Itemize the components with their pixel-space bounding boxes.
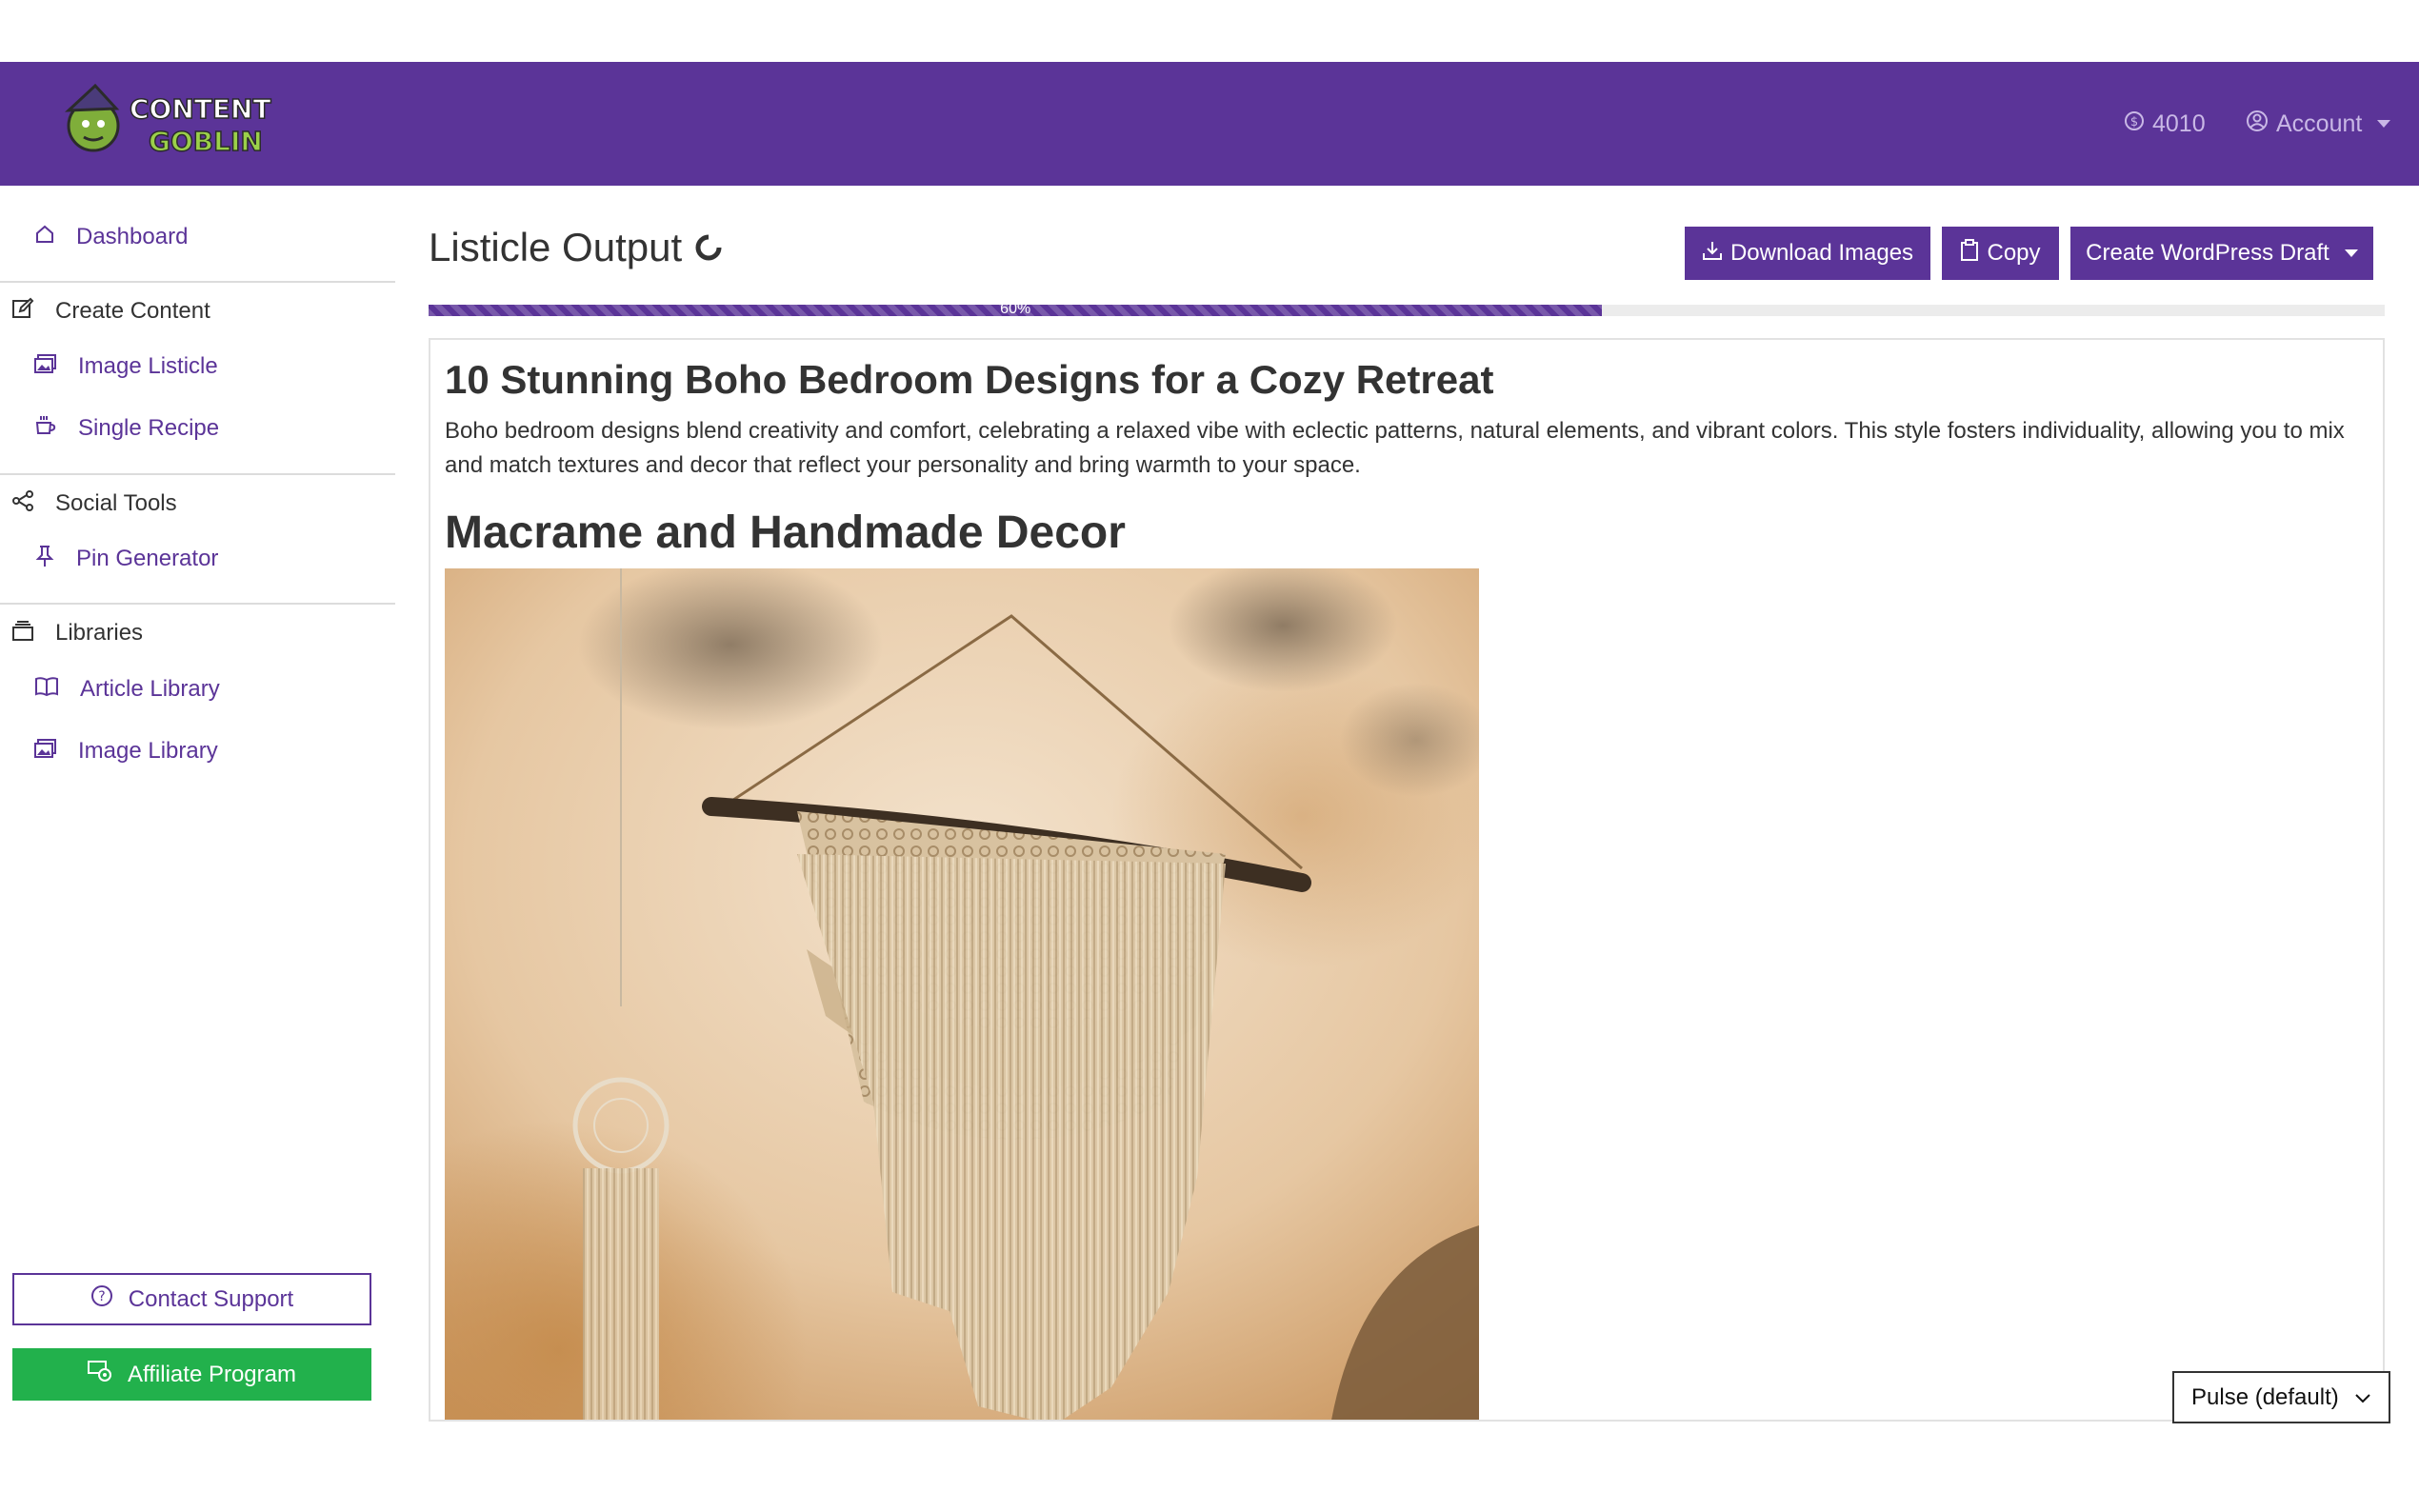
contact-support-button[interactable]: ? Contact Support xyxy=(12,1273,371,1325)
contact-support-label: Contact Support xyxy=(128,1285,294,1312)
article-title: 10 Stunning Boho Bedroom Designs for a C… xyxy=(445,357,1494,402)
svg-text:?: ? xyxy=(98,1289,105,1304)
account-menu[interactable]: Account xyxy=(2246,107,2391,141)
caret-down-icon xyxy=(2344,249,2358,257)
images-icon xyxy=(34,738,57,766)
sidebar-section-label: Libraries xyxy=(55,620,144,646)
sidebar-item-pin-generator[interactable]: Pin Generator xyxy=(34,538,218,580)
affiliate-program-button[interactable]: Affiliate Program xyxy=(12,1348,371,1401)
sidebar-item-label: Image Listicle xyxy=(78,353,218,379)
user-icon xyxy=(2246,109,2269,139)
sidebar-item-image-listicle[interactable]: Image Listicle xyxy=(34,346,218,388)
sidebar-section-social-tools: Social Tools xyxy=(11,483,177,525)
sidebar-item-label: Dashboard xyxy=(76,224,189,249)
sidebar-item-label: Image Library xyxy=(78,738,218,764)
sidebar-item-label: Single Recipe xyxy=(78,415,220,441)
progress-bar: 60% xyxy=(429,301,2385,317)
collection-icon xyxy=(11,619,34,648)
sidebar: Dashboard Create Content Image Listicle … xyxy=(0,186,395,1433)
sidebar-divider xyxy=(0,473,395,475)
question-circle-icon: ? xyxy=(90,1284,113,1314)
sidebar-item-label: Pin Generator xyxy=(76,546,219,571)
create-wordpress-draft-label: Create WordPress Draft xyxy=(2086,240,2329,266)
download-images-label: Download Images xyxy=(1729,240,1914,266)
macrame-image xyxy=(430,559,1492,1420)
sidebar-item-dashboard[interactable]: Dashboard xyxy=(34,216,188,258)
create-wordpress-draft-button[interactable]: Create WordPress Draft xyxy=(2070,227,2373,280)
loading-spinner-icon xyxy=(695,225,722,270)
cup-icon xyxy=(34,414,57,444)
cash-coin-icon xyxy=(88,1360,112,1389)
page-title-text: Listicle Output xyxy=(429,225,683,269)
theme-select-value: Pulse (default) xyxy=(2191,1383,2339,1410)
caret-down-icon xyxy=(2377,120,2391,128)
edit-icon xyxy=(11,297,34,327)
section-heading: Macrame and Handmade Decor xyxy=(445,507,1126,558)
sidebar-item-label: Article Library xyxy=(80,676,220,702)
theme-select[interactable]: Pulse (default) xyxy=(2172,1371,2390,1423)
sidebar-item-image-library[interactable]: Image Library xyxy=(34,730,218,772)
account-label: Account xyxy=(2276,109,2363,137)
progress-label: 60% xyxy=(1000,301,1031,317)
svg-text:GOBLIN: GOBLIN xyxy=(149,126,263,157)
chevron-down-icon xyxy=(2354,1384,2371,1411)
home-icon xyxy=(34,224,55,251)
book-icon xyxy=(34,676,59,704)
article-intro: Boho bedroom designs blend creativity an… xyxy=(445,418,2345,478)
content-goblin-logo[interactable]: CONTENT GOBLIN xyxy=(55,83,279,160)
credits-indicator[interactable]: $ 4010 xyxy=(2124,107,2206,141)
sidebar-section-label: Create Content xyxy=(55,298,210,324)
svg-text:$: $ xyxy=(2130,115,2138,129)
images-icon xyxy=(34,353,57,381)
share-icon xyxy=(11,489,34,519)
listicle-output-panel[interactable]: 10 Stunning Boho Bedroom Designs for a C… xyxy=(429,338,2385,1422)
sidebar-section-libraries: Libraries xyxy=(11,612,143,654)
credits-count: 4010 xyxy=(2152,109,2206,137)
coin-icon: $ xyxy=(2124,110,2145,138)
sidebar-divider xyxy=(0,281,395,283)
affiliate-program-label: Affiliate Program xyxy=(128,1361,296,1387)
copy-label: Copy xyxy=(1987,240,2041,266)
download-icon xyxy=(1702,240,1723,268)
top-navbar xyxy=(0,62,2419,186)
sidebar-divider xyxy=(0,603,395,605)
copy-button[interactable]: Copy xyxy=(1942,227,2059,280)
clipboard-icon xyxy=(1960,238,1979,269)
pin-icon xyxy=(34,545,55,574)
sidebar-item-article-library[interactable]: Article Library xyxy=(34,668,220,710)
sidebar-section-create-content: Create Content xyxy=(11,290,210,332)
page-title: Listicle Output xyxy=(429,219,722,276)
download-images-button[interactable]: Download Images xyxy=(1685,227,1930,280)
svg-text:CONTENT: CONTENT xyxy=(130,93,271,125)
sidebar-section-label: Social Tools xyxy=(55,490,177,516)
sidebar-item-single-recipe[interactable]: Single Recipe xyxy=(34,408,219,449)
